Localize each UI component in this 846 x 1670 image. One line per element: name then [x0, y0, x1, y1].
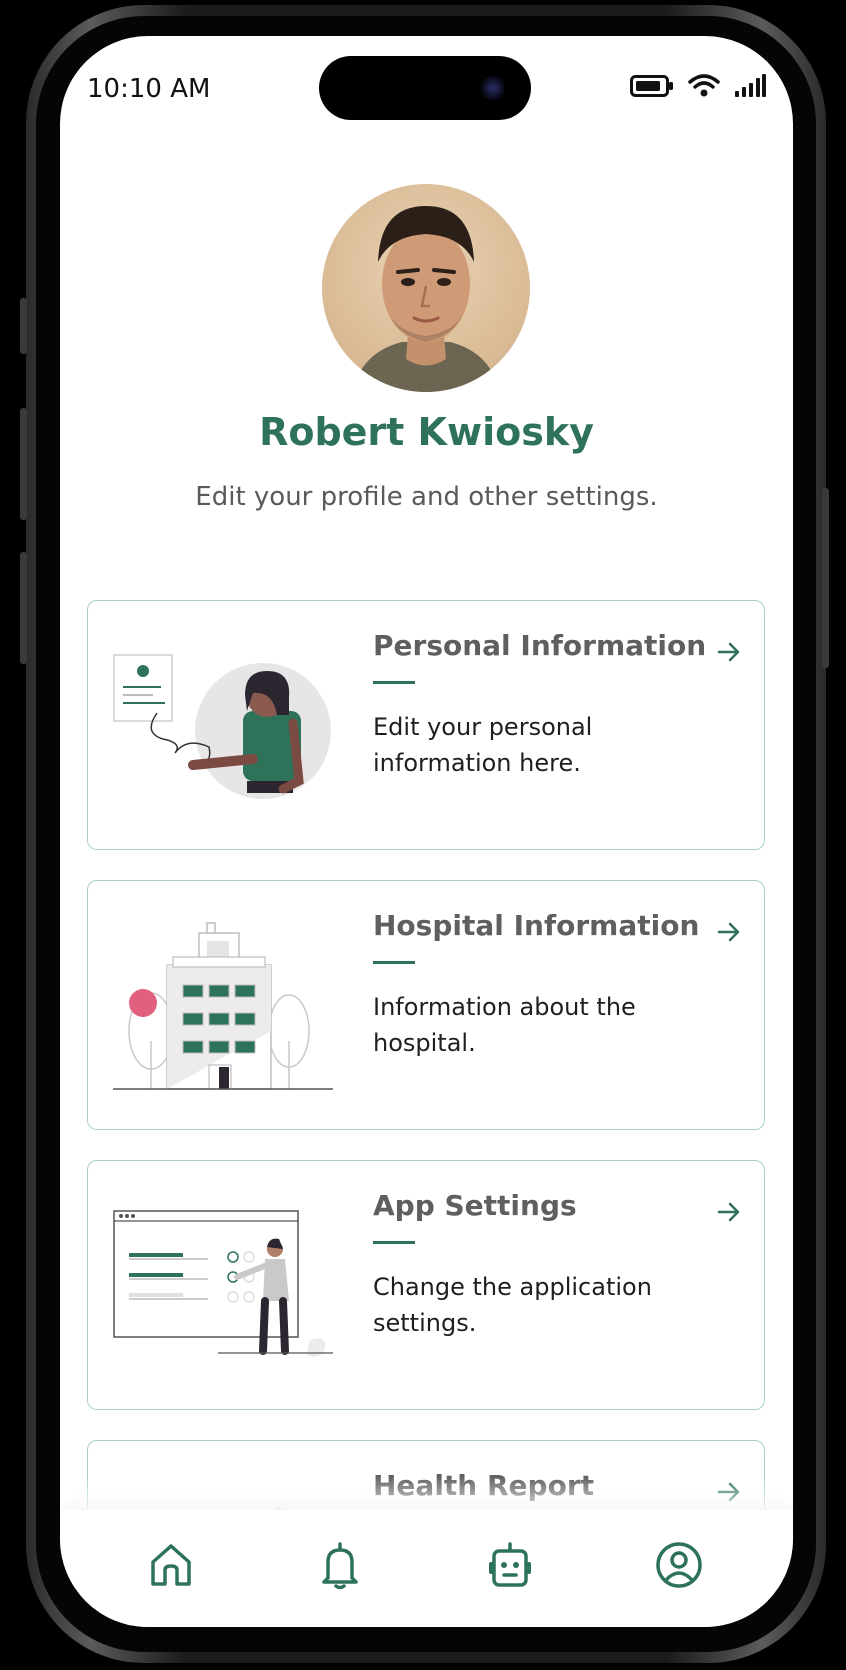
- card-description: Edit your personal information here.: [373, 713, 593, 777]
- battery-icon: [630, 75, 673, 97]
- avatar-portrait-image: [352, 206, 500, 392]
- arrow-right-icon[interactable]: [716, 639, 742, 665]
- side-button-action: [20, 298, 27, 354]
- nav-assistant[interactable]: [485, 1540, 535, 1590]
- card-title: Hospital Information: [373, 909, 700, 942]
- front-camera: [481, 76, 505, 100]
- signal-icon: [735, 74, 766, 97]
- profile-name: Robert Kwiosky: [259, 410, 594, 454]
- home-icon: [151, 1544, 191, 1586]
- settings-checklist-illustration: [113, 1210, 333, 1357]
- bell-icon: [322, 1542, 358, 1590]
- nav-home[interactable]: [146, 1540, 196, 1590]
- card-description: Information about the hospital.: [373, 993, 636, 1057]
- bottom-nav: [60, 1510, 793, 1627]
- wifi-icon: [688, 74, 720, 97]
- hospital-building-illustration: [113, 922, 333, 1090]
- status-time: 10:10 AM: [87, 74, 211, 104]
- app-settings-card[interactable]: App Settings Change the application sett…: [87, 1160, 765, 1410]
- card-title-underline: [373, 961, 415, 964]
- app-screen: 10:10 AM Robert Kwiosky Edit your profil…: [60, 36, 793, 1627]
- dynamic-island: [319, 56, 531, 120]
- side-button-volume-up: [20, 408, 27, 520]
- nav-profile[interactable]: [654, 1540, 704, 1590]
- card-title-underline: [373, 1241, 415, 1244]
- side-button-power: [822, 488, 829, 668]
- personal-information-card[interactable]: Personal Information Edit your personal …: [87, 600, 765, 850]
- profile-subtitle: Edit your profile and other settings.: [195, 482, 658, 512]
- hospital-information-card[interactable]: Hospital Information Information about t…: [87, 880, 765, 1130]
- card-title: App Settings: [373, 1189, 577, 1222]
- card-title: Personal Information: [373, 629, 707, 662]
- person-with-form-illustration: [113, 654, 331, 799]
- nav-notifications[interactable]: [315, 1540, 365, 1590]
- status-icons: [630, 74, 766, 98]
- side-button-volume-down: [20, 552, 27, 664]
- arrow-right-icon[interactable]: [716, 1199, 742, 1225]
- profile-icon: [656, 1542, 702, 1588]
- card-description: Change the application settings.: [373, 1273, 652, 1337]
- bot-icon: [489, 1542, 531, 1587]
- arrow-right-icon[interactable]: [716, 919, 742, 945]
- avatar[interactable]: [322, 184, 530, 392]
- card-title-underline: [373, 681, 415, 684]
